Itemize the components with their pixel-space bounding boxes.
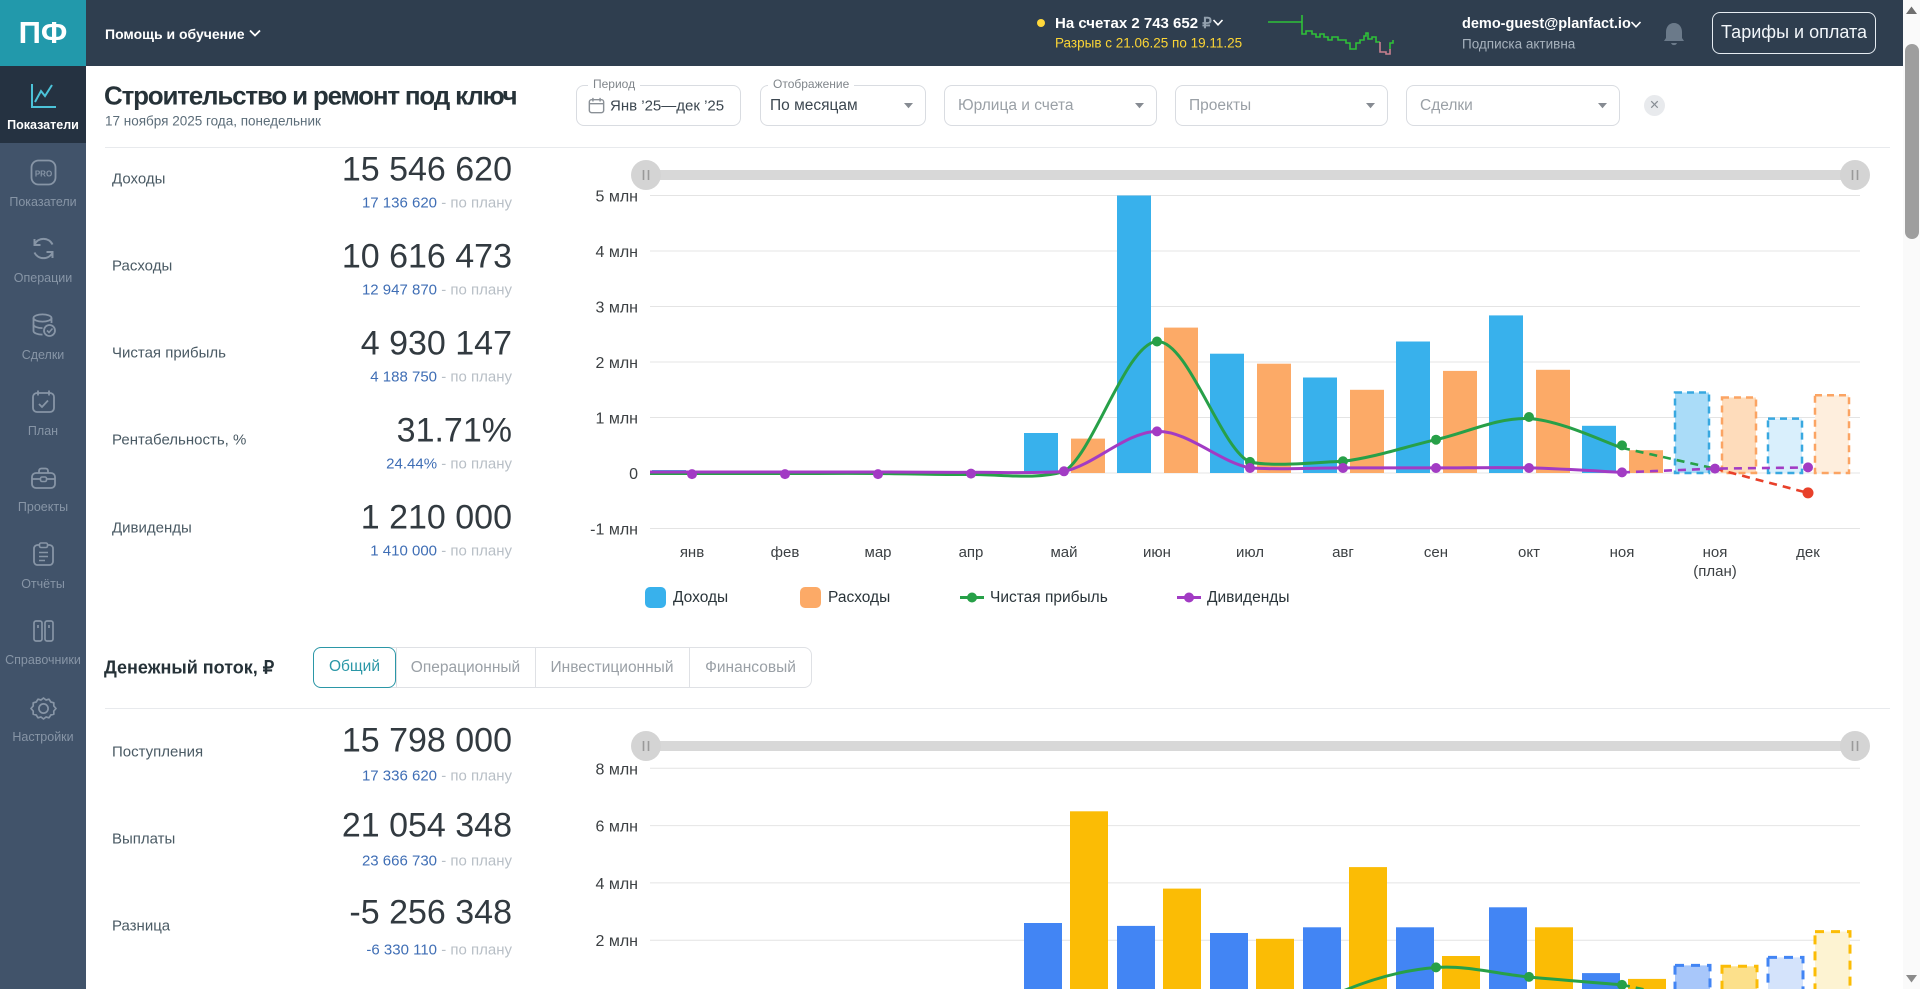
svg-text:4 млн: 4 млн [595,876,638,893]
svg-text:авг: авг [1332,544,1354,561]
svg-text:8 млн: 8 млн [595,761,638,778]
svg-text:май: май [1050,544,1077,561]
svg-text:0: 0 [629,466,638,483]
svg-text:ноя: ноя [1610,544,1635,561]
svg-text:(план): (план) [1693,563,1737,580]
svg-text:апр: апр [959,544,984,561]
svg-text:июл: июл [1236,544,1264,561]
svg-text:фев: фев [771,544,800,561]
svg-text:2 млн: 2 млн [595,355,638,372]
svg-text:4 млн: 4 млн [595,244,638,261]
svg-text:-1 млн: -1 млн [590,522,638,539]
svg-text:ноя: ноя [1703,544,1728,561]
svg-text:июн: июн [1143,544,1171,561]
svg-text:1 млн: 1 млн [595,411,638,428]
svg-text:янв: янв [680,544,704,561]
svg-text:3 млн: 3 млн [595,300,638,317]
svg-text:сен: сен [1424,544,1448,561]
svg-text:дек: дек [1796,544,1820,561]
svg-text:5 млн: 5 млн [595,189,638,206]
svg-text:PRO: PRO [35,170,52,179]
svg-text:мар: мар [865,544,892,561]
svg-text:6 млн: 6 млн [595,819,638,836]
svg-text:2 млн: 2 млн [595,933,638,950]
svg-text:окт: окт [1518,544,1540,561]
